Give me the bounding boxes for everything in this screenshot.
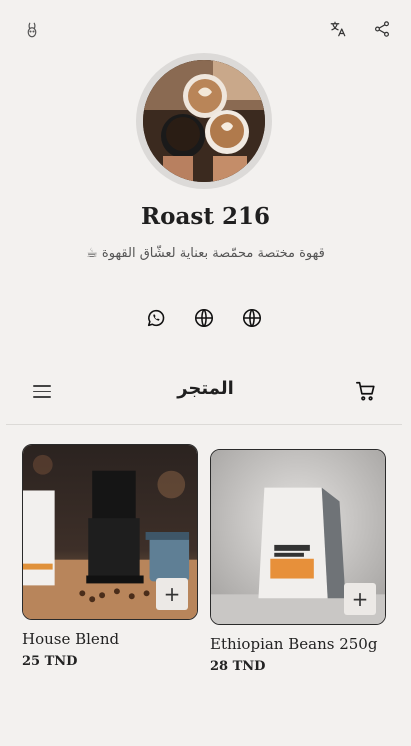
translate-icon[interactable] — [327, 18, 349, 40]
product-price: 28 TND — [210, 659, 266, 674]
whatsapp-icon[interactable] — [144, 306, 168, 330]
shopping-cart-icon[interactable] — [355, 380, 379, 404]
product-card[interactable]: + House Blend 25 TND — [22, 444, 198, 669]
store-header: المتجر — [0, 372, 411, 412]
product-name[interactable]: House Blend — [22, 630, 198, 648]
profile-avatar — [136, 53, 272, 189]
product-image[interactable]: + — [210, 449, 386, 625]
globe-icon[interactable] — [192, 306, 216, 330]
add-to-cart-button[interactable]: + — [344, 583, 376, 615]
avatar-image — [143, 60, 265, 182]
globe-icon[interactable] — [240, 306, 264, 330]
share-icon[interactable] — [371, 18, 393, 40]
product-image[interactable]: + — [22, 444, 198, 620]
add-to-cart-button[interactable]: + — [156, 578, 188, 610]
divider — [6, 424, 402, 425]
store-title: المتجر — [177, 378, 234, 399]
shop-tagline: قهوة مختصة محمّصة بعناية لعشّاق القهوة ☕ — [86, 246, 325, 261]
top-bar — [0, 0, 411, 60]
product-card[interactable]: + Ethiopian Beans 250g 28 TND — [210, 449, 386, 674]
product-name[interactable]: Ethiopian Beans 250g — [210, 635, 386, 653]
rabbit-icon[interactable] — [21, 19, 43, 41]
product-price: 25 TND — [22, 654, 78, 669]
shop-name: Roast 216 — [141, 203, 270, 230]
